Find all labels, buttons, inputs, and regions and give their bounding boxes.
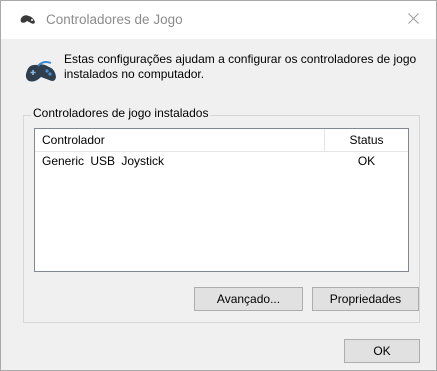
list-header: Controlador Status	[35, 129, 408, 152]
window-title: Controladores de Jogo	[46, 12, 183, 27]
game-controllers-dialog: Controladores de Jogo Estas configuraçõe…	[0, 0, 437, 371]
advanced-button[interactable]: Avançado...	[194, 287, 303, 311]
close-icon	[407, 13, 419, 27]
controller-name: Generic USB Joystick	[42, 154, 165, 168]
controller-status: OK	[357, 154, 376, 168]
gamepad-icon	[19, 13, 37, 27]
close-button[interactable]	[390, 1, 436, 39]
list-item[interactable]: Generic USB Joystick OK	[35, 152, 408, 171]
description-text: Estas configurações ajudam a configurar …	[64, 52, 417, 81]
title-bar[interactable]: Controladores de Jogo	[1, 1, 436, 39]
controllers-list[interactable]: Controlador Status Generic USB Joystick …	[34, 128, 409, 272]
ok-button[interactable]: OK	[344, 339, 420, 363]
properties-button[interactable]: Propriedades	[312, 287, 419, 311]
column-header-status[interactable]: Status	[325, 129, 408, 151]
gamepad-icon	[23, 57, 59, 87]
column-header-controller[interactable]: Controlador	[35, 129, 325, 151]
group-label: Controladores de jogo instalados	[31, 106, 211, 120]
